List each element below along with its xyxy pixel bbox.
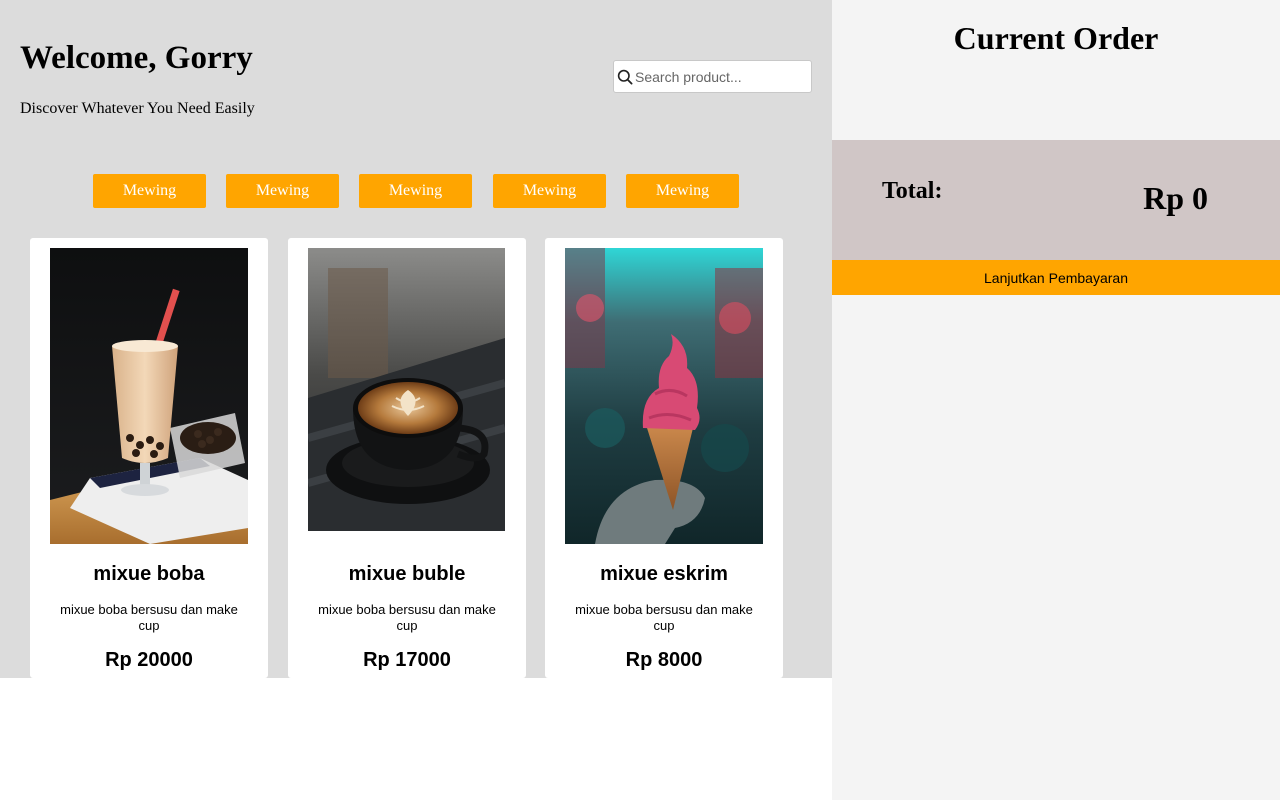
product-price: Rp 8000 — [625, 649, 703, 671]
product-image-boba — [50, 248, 248, 544]
product-image-buble — [308, 248, 505, 531]
welcome-subtitle: Discover Whatever You Need Easily — [20, 100, 255, 117]
product-card-boba[interactable]: mixue boba mixue boba bersusu dan make c… — [30, 238, 268, 678]
category-button-5[interactable]: Mewing — [626, 174, 739, 208]
category-button-1[interactable]: Mewing — [93, 174, 206, 208]
product-name: mixue buble — [348, 563, 466, 585]
product-name: mixue eskrim — [600, 563, 728, 585]
product-description: mixue boba bersusu dan make cup — [60, 602, 238, 633]
category-button-3[interactable]: Mewing — [359, 174, 472, 208]
continue-payment-button[interactable]: Lanjutkan Pembayaran — [832, 260, 1280, 295]
product-card-buble[interactable]: mixue buble mixue boba bersusu dan make … — [288, 238, 526, 678]
total-label: Total: — [882, 178, 943, 204]
search-icon — [617, 69, 633, 85]
order-panel: Current Order Total: Rp 0 Lanjutkan Pemb… — [832, 0, 1280, 800]
category-button-4[interactable]: Mewing — [493, 174, 606, 208]
main-panel: Welcome, Gorry Discover Whatever You Nee… — [0, 0, 832, 678]
welcome-heading: Welcome, Gorry — [20, 40, 253, 76]
category-button-2[interactable]: Mewing — [226, 174, 339, 208]
product-description: mixue boba bersusu dan make cup — [318, 602, 496, 633]
order-title: Current Order — [953, 20, 1159, 56]
total-value: Rp 0 — [1143, 180, 1208, 216]
product-card-eskrim[interactable]: mixue eskrim mixue boba bersusu dan make… — [545, 238, 783, 678]
product-price: Rp 20000 — [105, 649, 193, 671]
product-name: mixue boba — [93, 563, 205, 585]
search-input[interactable] — [635, 68, 810, 85]
product-price: Rp 17000 — [363, 649, 451, 671]
total-box: Total: Rp 0 — [832, 140, 1280, 260]
product-description: mixue boba bersusu dan make cup — [575, 602, 753, 633]
search-box[interactable] — [613, 60, 812, 93]
product-image-eskrim — [565, 248, 763, 544]
